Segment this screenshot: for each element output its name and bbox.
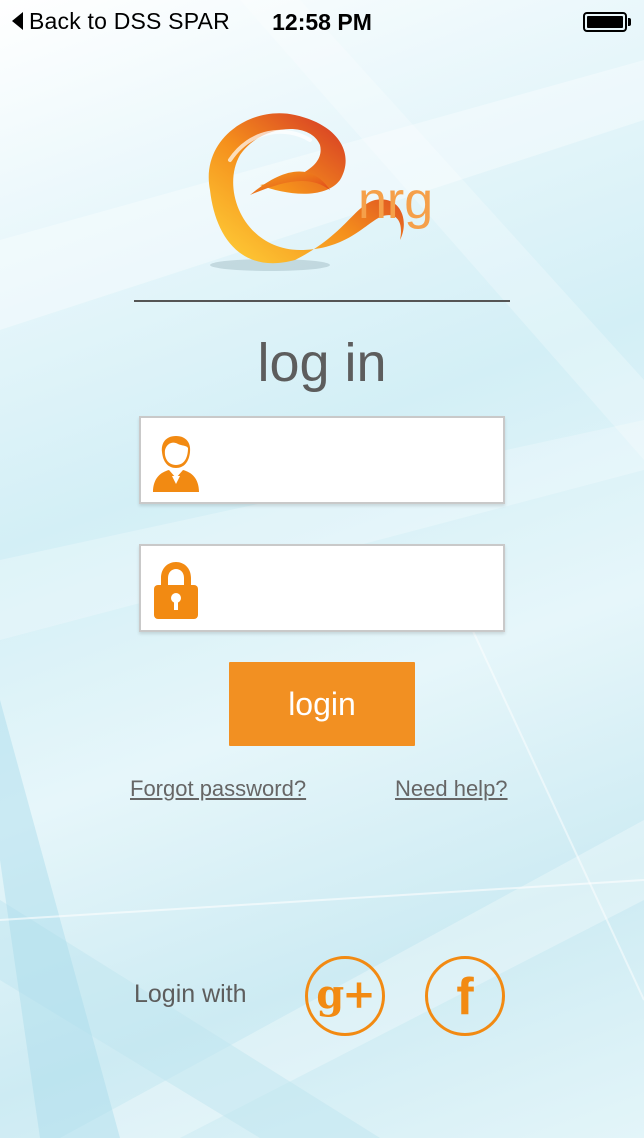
username-field[interactable] bbox=[139, 416, 505, 504]
lock-icon bbox=[154, 562, 198, 619]
user-icon bbox=[153, 436, 199, 492]
status-time: 12:58 PM bbox=[272, 9, 372, 35]
facebook-icon: f bbox=[456, 968, 474, 1026]
battery-icon bbox=[583, 12, 627, 32]
logo-text: nrg bbox=[358, 172, 433, 230]
header-divider bbox=[134, 300, 510, 302]
login-with-label: Login with bbox=[134, 980, 247, 1008]
forgot-password-link[interactable]: Forgot password? bbox=[130, 776, 306, 802]
page-title: log in bbox=[257, 333, 387, 393]
google-plus-icon: g+ bbox=[316, 970, 376, 1018]
google-plus-login-button[interactable]: g+ bbox=[305, 956, 385, 1036]
need-help-link[interactable]: Need help? bbox=[395, 776, 508, 802]
status-bar: Back to DSS SPAR 12:58 PM bbox=[0, 0, 644, 42]
password-field[interactable] bbox=[139, 544, 505, 632]
facebook-login-button[interactable]: f bbox=[425, 956, 505, 1036]
login-button[interactable]: login bbox=[229, 662, 415, 746]
battery-level bbox=[587, 16, 623, 28]
enrg-logo: nrg bbox=[208, 113, 433, 271]
password-input[interactable] bbox=[211, 556, 496, 620]
battery-tip bbox=[628, 18, 631, 26]
username-input[interactable] bbox=[211, 428, 496, 492]
